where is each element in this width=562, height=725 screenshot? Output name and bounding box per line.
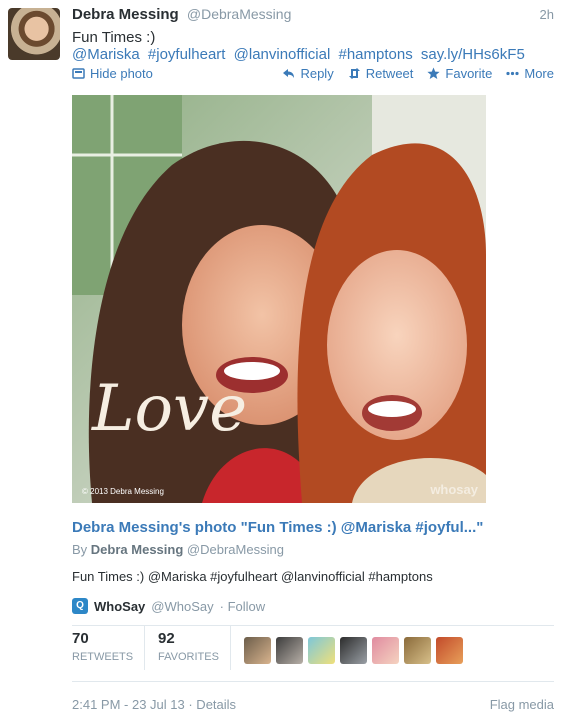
favorites-count: 92 — [158, 630, 175, 647]
divider — [230, 626, 231, 670]
tweet-timestamp: 2:41 PM - 23 Jul 13 — [72, 697, 185, 712]
retweets-label: RETWEETS — [72, 651, 134, 663]
source-name[interactable]: WhoSay — [94, 599, 145, 614]
avatar[interactable] — [244, 637, 271, 664]
user-name[interactable]: Debra Messing — [72, 6, 179, 23]
reply-icon — [283, 69, 295, 78]
tweet-links: @Mariska #joyfulheart @lanvinofficial #h… — [72, 45, 529, 65]
details-link[interactable]: · Details — [188, 697, 236, 712]
more-button[interactable]: More — [506, 66, 554, 81]
photo-watermark: whosay — [430, 482, 478, 497]
retweet-button[interactable]: Retweet — [348, 66, 414, 81]
short-url-link[interactable]: say.ly/HHs6kF5 — [421, 46, 525, 63]
hashtag-link[interactable]: #hamptons — [338, 46, 412, 63]
tweet-photo[interactable]: Love © 2013 Debra Messing whosay — [72, 95, 486, 503]
selfie-image: Love — [72, 95, 486, 503]
reply-label: Reply — [300, 66, 334, 81]
avatar[interactable] — [276, 637, 303, 664]
source-handle[interactable]: @WhoSay — [151, 599, 213, 614]
retweet-icon — [348, 68, 360, 79]
card-title-link[interactable]: Debra Messing's photo "Fun Times :) @Mar… — [72, 519, 483, 536]
byline-name[interactable]: Debra Messing — [91, 542, 183, 557]
star-icon — [427, 67, 441, 79]
byline-prefix: By — [72, 542, 88, 557]
tweet-header: Debra Messing @DebraMessing 2h — [72, 6, 554, 26]
avatar[interactable] — [340, 637, 367, 664]
reply-button[interactable]: Reply — [282, 66, 334, 81]
card-byline: By Debra Messing @DebraMessing — [72, 542, 284, 557]
tweet-actions: Hide photo Reply Retweet Favorite More — [72, 66, 554, 82]
byline-handle[interactable]: @DebraMessing — [187, 542, 284, 557]
tweet-stats: 70 RETWEETS 92 FAVORITES — [72, 626, 554, 676]
retweets-count: 70 — [72, 630, 89, 647]
more-dots-icon — [506, 71, 519, 76]
photo-icon — [72, 68, 85, 79]
favorites-label: FAVORITES — [158, 651, 219, 663]
hashtag-link[interactable]: #joyfulheart — [148, 46, 226, 63]
flag-media-link[interactable]: Flag media — [490, 697, 554, 712]
favorite-button[interactable]: Favorite — [427, 66, 492, 81]
retweets-stat[interactable]: 70 RETWEETS — [72, 630, 133, 663]
mention-link[interactable]: @Mariska — [72, 46, 140, 63]
card-description: Fun Times :) @Mariska #joyfulheart @lanv… — [72, 569, 433, 584]
follow-link[interactable]: · Follow — [220, 599, 266, 614]
hide-photo-label: Hide photo — [90, 66, 153, 81]
divider — [72, 681, 554, 682]
love-script: Love — [91, 372, 247, 446]
divider — [144, 626, 145, 670]
retweet-label: Retweet — [365, 66, 414, 81]
more-label: More — [524, 66, 554, 81]
hide-photo-button[interactable]: Hide photo — [72, 66, 153, 81]
photo-copyright: © 2013 Debra Messing — [82, 487, 164, 496]
avatar[interactable] — [404, 637, 431, 664]
avatar[interactable] — [436, 637, 463, 664]
avatar[interactable] — [308, 637, 335, 664]
favoriters-avatars — [244, 637, 463, 664]
favorites-stat[interactable]: 92 FAVORITES — [158, 630, 219, 663]
whosay-logo-icon[interactable]: Q — [72, 598, 88, 614]
tweet-footer: 2:41 PM - 23 Jul 13 · Details Flag media — [72, 697, 554, 712]
avatar[interactable] — [8, 8, 60, 60]
media-source: Q WhoSay @WhoSay · Follow — [72, 597, 265, 615]
mention-link[interactable]: @lanvinofficial — [234, 46, 331, 63]
user-handle[interactable]: @DebraMessing — [187, 6, 291, 22]
favorite-label: Favorite — [445, 66, 493, 81]
tweet-time[interactable]: 2h — [540, 7, 554, 22]
avatar[interactable] — [372, 637, 399, 664]
